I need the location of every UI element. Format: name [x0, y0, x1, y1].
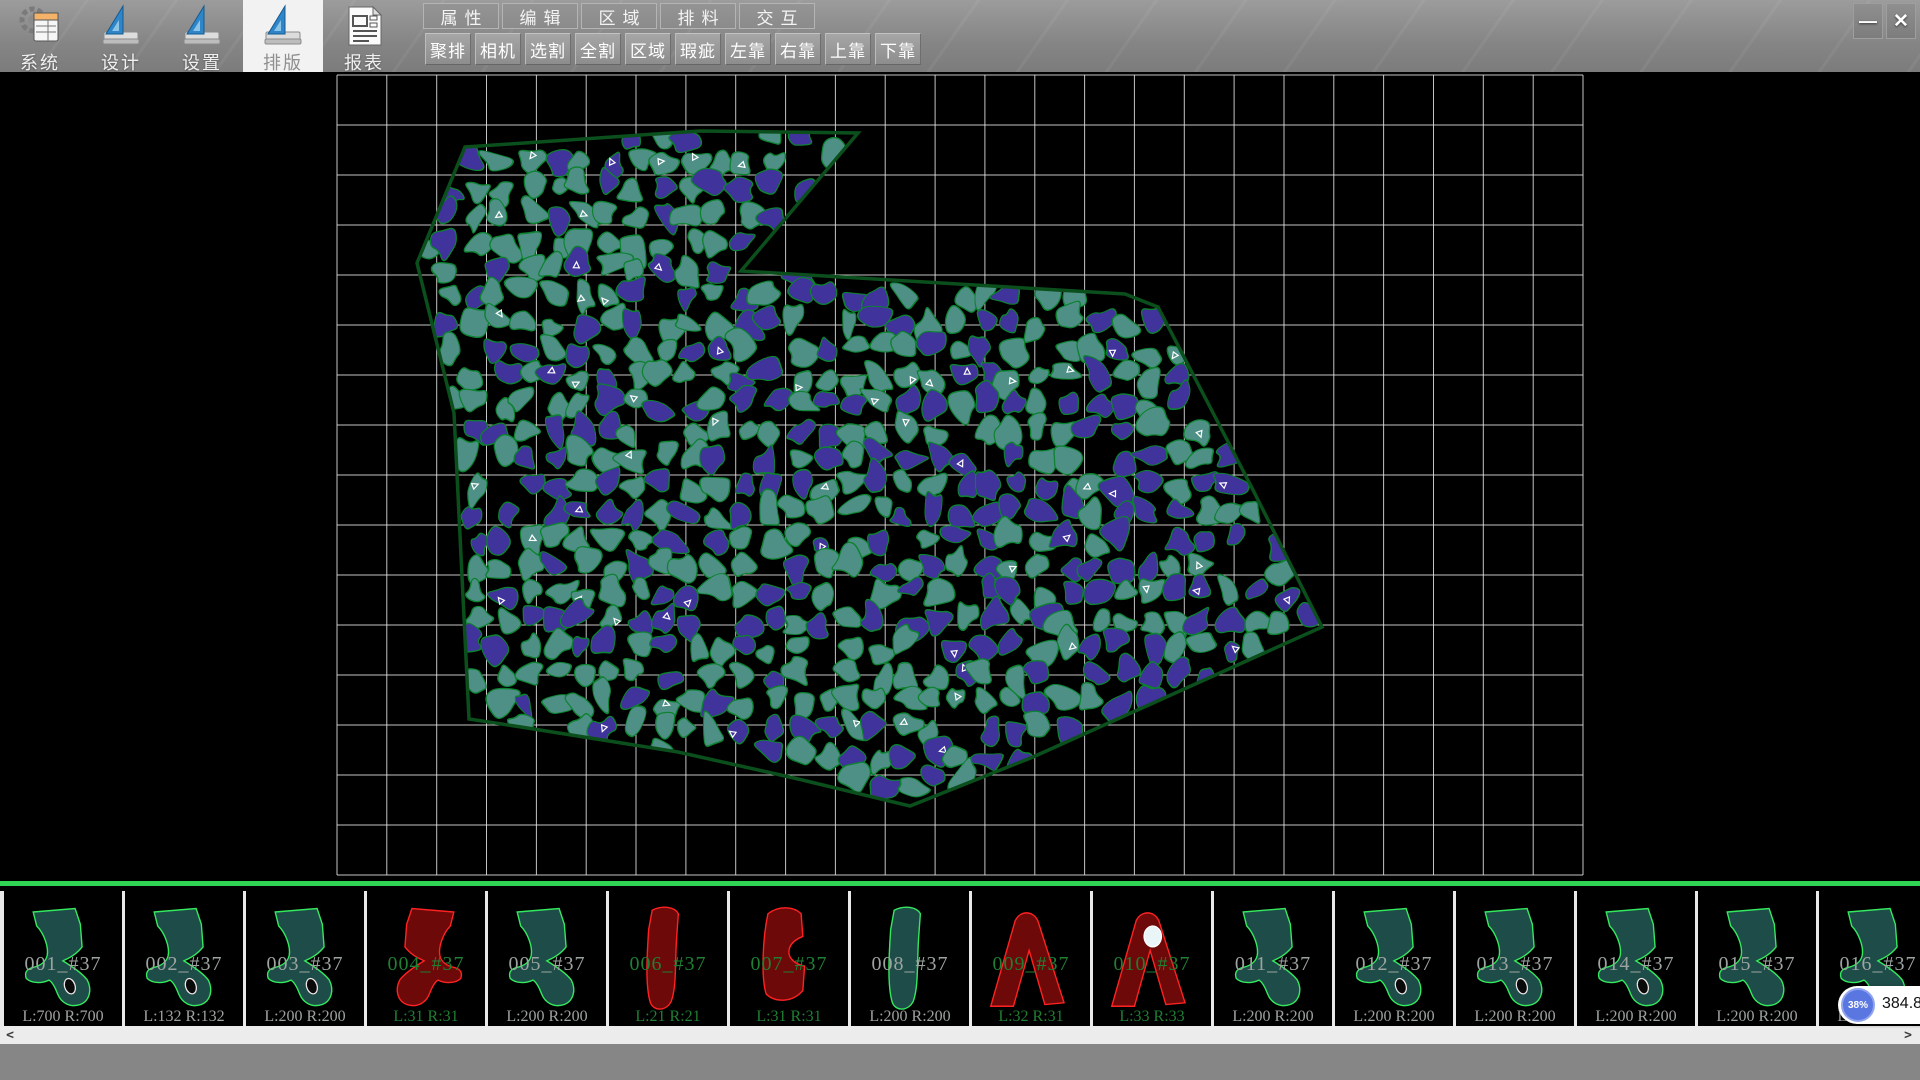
system-icon — [17, 4, 63, 48]
nesting-svg[interactable] — [0, 72, 1920, 881]
part-name: 006_#37 — [609, 953, 727, 976]
part-thumbnail-012_#37[interactable]: 012_#37 L:200 R:200 — [1335, 891, 1456, 1031]
part-lr-count: L:21 R:21 — [609, 1008, 727, 1026]
mode-button-label: 设计 — [81, 49, 161, 75]
tool-button-row: 聚排相机选割全割区域瑕疵左靠右靠上靠下靠 — [425, 33, 921, 63]
minimize-button[interactable]: — — [1853, 3, 1883, 39]
part-lr-count: L:200 R:200 — [1214, 1008, 1332, 1026]
part-name: 004_#37 — [367, 953, 485, 976]
part-name: 009_#37 — [972, 953, 1090, 976]
part-lr-count: L:33 R:33 — [1093, 1008, 1211, 1026]
parts-thumbnail-strip: 001_#37 L:700 R:700 002_#37 L:132 R:132 003_… — [0, 881, 1920, 1026]
part-thumbnail-015_#37[interactable]: 015_#37 L:200 R:200 — [1698, 891, 1819, 1031]
mode-button-设计[interactable]: 设计 — [81, 0, 161, 72]
toolbar: 系统设计设置排版报表 属性编辑区域排料交互 聚排相机选割全割区域瑕疵左靠右靠上靠… — [0, 0, 1920, 73]
close-button[interactable]: ✕ — [1886, 3, 1916, 39]
nesting-canvas[interactable] — [0, 72, 1920, 881]
part-lr-count: L:200 R:200 — [1698, 1008, 1816, 1026]
part-thumbnail-010_#37[interactable]: 010_#37 L:33 R:33 — [1093, 891, 1214, 1031]
part-thumbnail-007_#37[interactable]: 007_#37 L:31 R:31 — [730, 891, 851, 1031]
part-lr-count: L:31 R:31 — [367, 1008, 485, 1026]
part-thumbnail-014_#37[interactable]: 014_#37 L:200 R:200 — [1577, 891, 1698, 1031]
part-name: 011_#37 — [1214, 953, 1332, 976]
settings-icon — [179, 4, 225, 48]
part-lr-count: L:700 R:700 — [4, 1008, 122, 1026]
menu-tab-排料[interactable]: 排料 — [660, 3, 736, 29]
part-thumbnail-002_#37[interactable]: 002_#37 L:132 R:132 — [125, 891, 246, 1031]
part-lr-count: L:200 R:200 — [488, 1008, 606, 1026]
part-name: 003_#37 — [246, 953, 364, 976]
window-controls: — ✕ — [1853, 3, 1916, 39]
mode-button-label: 排版 — [243, 49, 323, 75]
tool-button-全割[interactable]: 全割 — [575, 33, 621, 65]
app-window: 系统设计设置排版报表 属性编辑区域排料交互 聚排相机选割全割区域瑕疵左靠右靠上靠… — [0, 0, 1920, 1080]
part-thumbnail-005_#37[interactable]: 005_#37 L:200 R:200 — [488, 891, 609, 1031]
design-icon — [98, 4, 144, 48]
parts-cells: 001_#37L:700 R:700002_#37L:132 R:132003_… — [0, 891, 1920, 1031]
part-thumbnail-009_#37[interactable]: 009_#37 L:32 R:31 — [972, 891, 1093, 1031]
mode-button-label: 设置 — [162, 49, 242, 75]
part-name: 016_#37 — [1819, 953, 1920, 976]
memory-value: 384.8M — [1882, 995, 1920, 1013]
tool-button-下靠[interactable]: 下靠 — [875, 33, 921, 65]
part-thumbnail-013_#37[interactable]: 013_#37 L:200 R:200 — [1456, 891, 1577, 1031]
mode-button-报表[interactable]: 报表 — [324, 0, 404, 72]
menu-tab-编辑[interactable]: 编辑 — [502, 3, 578, 29]
menu-tab-交互[interactable]: 交互 — [739, 3, 815, 29]
part-thumbnail-003_#37[interactable]: 003_#37 L:200 R:200 — [246, 891, 367, 1031]
nested-pieces — [418, 113, 1324, 801]
part-thumbnail-006_#37[interactable]: 006_#37 L:21 R:21 — [609, 891, 730, 1031]
part-name: 007_#37 — [730, 953, 848, 976]
scroll-right-arrow[interactable]: > — [1900, 1026, 1916, 1044]
part-lr-count: L:200 R:200 — [1335, 1008, 1453, 1026]
part-lr-count: L:31 R:31 — [730, 1008, 848, 1026]
menu-tab-属性[interactable]: 属性 — [423, 3, 499, 29]
part-name: 001_#37 — [4, 953, 122, 976]
tool-button-左靠[interactable]: 左靠 — [725, 33, 771, 65]
tool-button-右靠[interactable]: 右靠 — [775, 33, 821, 65]
tool-button-聚排[interactable]: 聚排 — [425, 33, 471, 65]
part-name: 015_#37 — [1698, 953, 1816, 976]
part-name: 008_#37 — [851, 953, 969, 976]
status-badge: 38% 384.8M — [1838, 986, 1920, 1024]
part-name: 005_#37 — [488, 953, 606, 976]
part-lr-count: L:200 R:200 — [246, 1008, 364, 1026]
part-thumbnail-004_#37[interactable]: 004_#37 L:31 R:31 — [367, 891, 488, 1031]
part-name: 010_#37 — [1093, 953, 1211, 976]
tool-button-上靠[interactable]: 上靠 — [825, 33, 871, 65]
mode-button-label: 系统 — [0, 49, 80, 75]
tool-button-瑕疵[interactable]: 瑕疵 — [675, 33, 721, 65]
bottom-bar — [0, 1044, 1920, 1080]
part-thumbnail-001_#37[interactable]: 001_#37 L:700 R:700 — [4, 891, 125, 1031]
menu-tab-区域[interactable]: 区域 — [581, 3, 657, 29]
progress-circle: 38% — [1841, 988, 1875, 1022]
tool-button-选割[interactable]: 选割 — [525, 33, 571, 65]
mode-button-设置[interactable]: 设置 — [162, 0, 242, 72]
layout-icon — [260, 4, 306, 48]
part-lr-count: L:200 R:200 — [1456, 1008, 1574, 1026]
part-lr-count: L:200 R:200 — [851, 1008, 969, 1026]
scroll-left-arrow[interactable]: < — [2, 1026, 18, 1044]
part-name: 013_#37 — [1456, 953, 1574, 976]
mode-button-排版[interactable]: 排版 — [243, 0, 323, 72]
tool-button-区域[interactable]: 区域 — [625, 33, 671, 65]
part-thumbnail-008_#37[interactable]: 008_#37 L:200 R:200 — [851, 891, 972, 1031]
part-lr-count: L:132 R:132 — [125, 1008, 243, 1026]
part-lr-count: L:200 R:200 — [1577, 1008, 1695, 1026]
horizontal-scrollbar[interactable]: < > — [0, 1026, 1920, 1044]
part-name: 002_#37 — [125, 953, 243, 976]
part-thumbnail-011_#37[interactable]: 011_#37 L:200 R:200 — [1214, 891, 1335, 1031]
tool-button-相机[interactable]: 相机 — [475, 33, 521, 65]
part-name: 012_#37 — [1335, 953, 1453, 976]
menu-tab-bar: 属性编辑区域排料交互 — [423, 3, 815, 29]
report-icon — [341, 4, 387, 48]
part-name: 014_#37 — [1577, 953, 1695, 976]
mode-button-label: 报表 — [324, 49, 404, 75]
part-lr-count: L:32 R:31 — [972, 1008, 1090, 1026]
mode-button-系统[interactable]: 系统 — [0, 0, 80, 72]
